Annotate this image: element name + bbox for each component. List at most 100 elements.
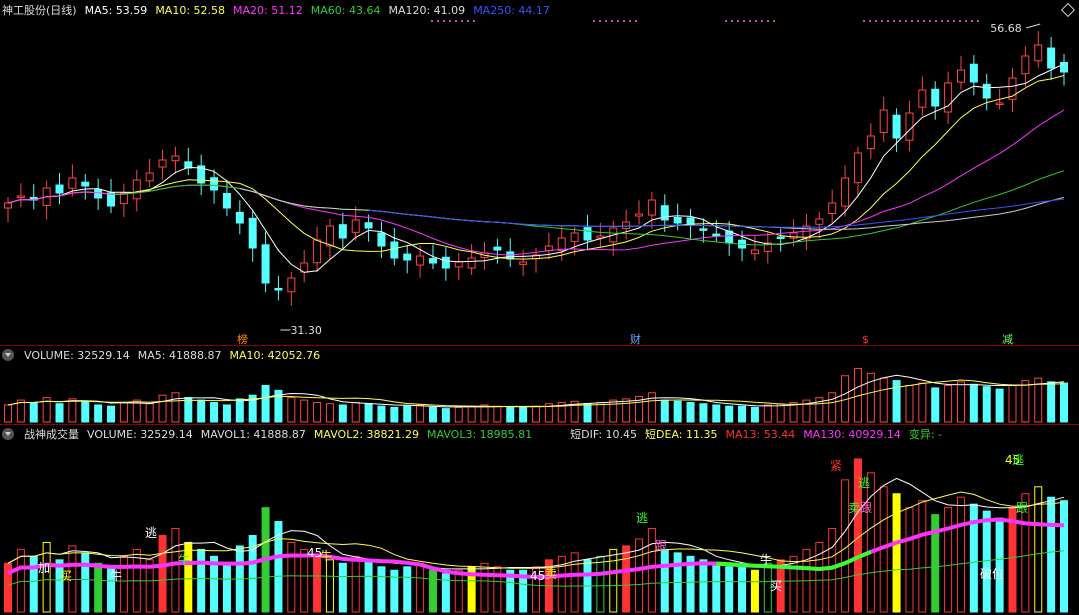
candle-body	[828, 202, 837, 215]
indicator-bar	[828, 528, 837, 613]
volume-bar	[750, 406, 759, 423]
volume-bar	[428, 406, 437, 423]
signal-label: 牛	[110, 568, 122, 583]
volume-bar	[1060, 382, 1068, 423]
volume-bar	[81, 400, 90, 423]
candle-body	[712, 233, 721, 237]
candle-body	[16, 195, 25, 198]
candle-body	[81, 181, 90, 187]
indicator-bar	[94, 562, 103, 613]
signal-label: 卖	[545, 567, 557, 581]
candle-body	[944, 82, 953, 113]
expand-icon[interactable]	[1060, 2, 1076, 18]
ref-dot	[977, 20, 979, 22]
volume-bar	[94, 404, 103, 423]
volume-bar	[171, 392, 180, 423]
candle-body	[892, 114, 901, 139]
signal-label: 买	[770, 579, 782, 593]
signal-label: 牛	[178, 552, 190, 567]
candle-body	[853, 152, 862, 184]
collapse-icon[interactable]	[2, 349, 14, 361]
indicator-bar	[1047, 496, 1056, 613]
indicator-bar	[995, 517, 1004, 613]
candle-body	[377, 232, 386, 247]
candle-body	[815, 218, 824, 225]
ref-dot	[899, 20, 901, 22]
candle-body	[428, 258, 437, 264]
candle-body	[905, 112, 914, 141]
indicator-bar	[750, 569, 759, 613]
candle-body	[750, 249, 759, 255]
candle-body	[570, 232, 579, 242]
high-label: 56.68	[990, 22, 1022, 35]
volume-bar	[982, 386, 991, 423]
ref-dot	[917, 20, 919, 22]
indicator-bar	[403, 566, 412, 613]
candle-body	[454, 261, 463, 268]
volume-bar	[1021, 380, 1030, 423]
candle-body	[544, 245, 553, 251]
volume-bar	[532, 405, 540, 423]
volume-bar	[454, 406, 463, 423]
volume-bar	[261, 384, 270, 423]
volume-bar	[506, 406, 515, 423]
indicator-bar	[1060, 500, 1068, 613]
indicator-bar	[158, 534, 167, 613]
high-arrow	[1026, 23, 1041, 29]
indicator-bar	[428, 569, 437, 613]
indicator-bar	[956, 496, 965, 613]
ref-dot	[959, 20, 961, 22]
candle-body	[338, 224, 347, 239]
volume-bar	[338, 404, 347, 423]
ma5-line	[7, 63, 1065, 273]
candle-body	[222, 193, 231, 209]
ref-dot	[431, 20, 433, 22]
collapse-icon[interactable]	[2, 428, 14, 440]
volume-bar	[686, 402, 695, 423]
ref-dot	[737, 20, 739, 22]
volume-bar	[300, 399, 309, 423]
candle-body	[390, 241, 399, 259]
indicator-bar	[29, 555, 38, 613]
volume-bar	[918, 382, 927, 423]
ref-dot	[749, 20, 751, 22]
indicator-bar	[596, 555, 605, 613]
candle-body	[1034, 44, 1043, 62]
ref-dot	[635, 20, 637, 22]
ref-dot	[893, 20, 895, 22]
indicator-bar	[660, 548, 669, 613]
indicator-bar	[197, 548, 206, 613]
indicator-bar	[905, 507, 914, 613]
low-label: 31.30	[290, 324, 322, 337]
candle-body	[287, 277, 296, 293]
divider	[0, 424, 1079, 425]
volume-bar	[145, 403, 154, 423]
ref-dot	[887, 20, 889, 22]
volume-bar	[441, 408, 450, 423]
volume-bar	[403, 405, 412, 423]
volume-bar	[519, 406, 528, 423]
indicator-chart[interactable]: 加买 牛逃牛 45牛45 卖逃跟牛买紧逃卖 跟45逃跟破位	[0, 442, 1079, 615]
ref-dot	[623, 20, 625, 22]
volume-bar	[416, 404, 425, 423]
indicator-bar	[918, 500, 927, 613]
ref-dot	[881, 20, 883, 22]
ref-dot	[869, 20, 871, 22]
indicator-bar	[222, 562, 231, 613]
signal-label: 逃	[636, 511, 648, 525]
ref-dot	[437, 20, 439, 22]
indicator-bar	[351, 555, 360, 613]
candle-body	[918, 89, 927, 108]
signal-label: 买	[60, 569, 72, 583]
candle-body	[776, 236, 785, 240]
signal-label: 逃	[1012, 453, 1024, 467]
ref-dot	[467, 20, 469, 22]
ref-dot	[965, 20, 967, 22]
volume-bar	[660, 399, 669, 423]
volume-bar	[4, 404, 12, 423]
volume-chart[interactable]	[0, 362, 1079, 424]
indicator-bar	[16, 548, 25, 613]
candle-body	[467, 257, 476, 269]
candle-body	[210, 177, 219, 191]
price-chart[interactable]: 56.6831.30榜财 $ 减	[0, 18, 1079, 346]
